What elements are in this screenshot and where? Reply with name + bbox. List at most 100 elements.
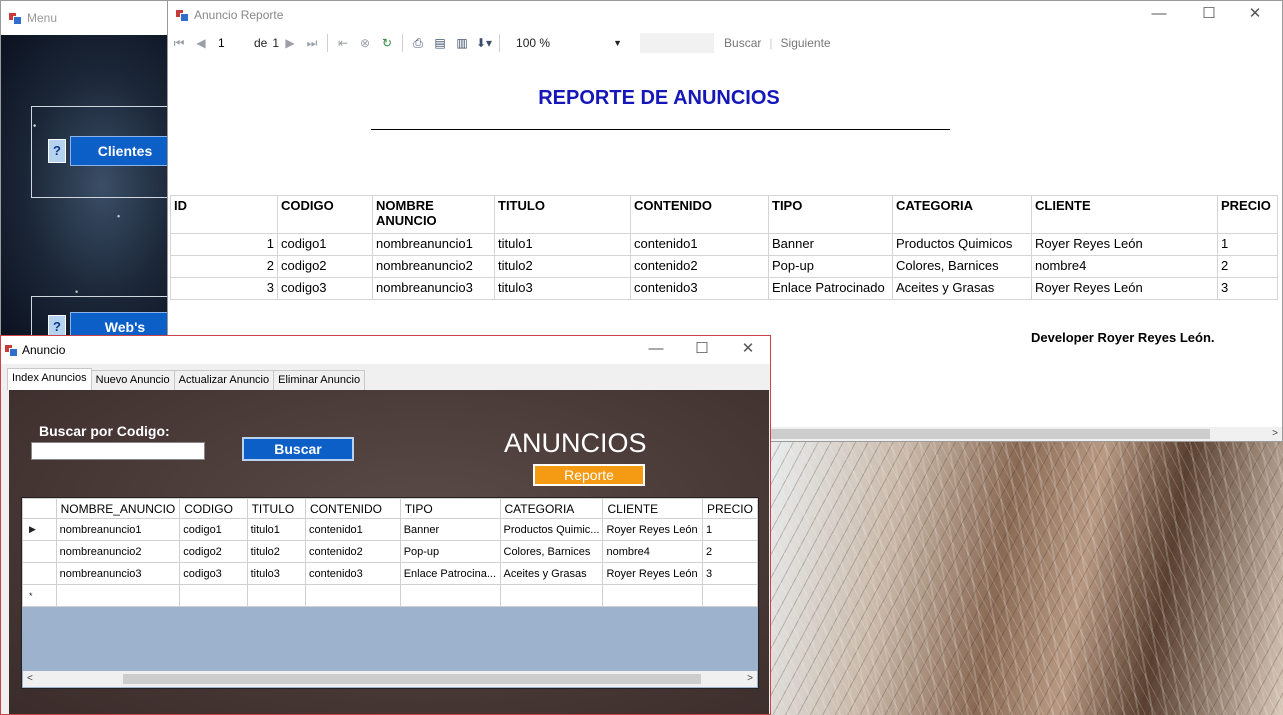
grid-cell[interactable]: [55, 584, 181, 607]
grid-cell[interactable]: titulo3: [246, 562, 306, 585]
find-text-input[interactable]: [640, 33, 715, 53]
grid-cell[interactable]: contenido2: [304, 540, 401, 563]
grid-horizontal-scrollbar[interactable]: < >: [23, 671, 757, 687]
back-icon[interactable]: ⇤: [332, 36, 354, 50]
stop-icon[interactable]: ⊗: [354, 36, 376, 50]
maximize-button[interactable]: ☐: [679, 336, 725, 364]
anuncio-window: Anuncio — ☐ ✕ Index Anuncios Nuevo Anunc…: [0, 335, 771, 715]
grid-cell[interactable]: codigo2: [179, 540, 248, 563]
grid-cell[interactable]: Banner: [399, 518, 501, 541]
grid-cell[interactable]: [701, 584, 758, 607]
print-layout-icon[interactable]: ▤: [429, 36, 451, 50]
minimize-button[interactable]: —: [1136, 1, 1182, 29]
desktop-wallpaper: [768, 442, 1283, 715]
grid-cell[interactable]: Enlace Patrocina...: [399, 562, 501, 585]
grid-cell[interactable]: titulo1: [246, 518, 306, 541]
zoom-select[interactable]: 100 % ▼: [510, 33, 628, 53]
help-icon[interactable]: ?: [48, 315, 66, 335]
grid-cell[interactable]: Colores, Barnices: [499, 540, 604, 563]
grid-col-header[interactable]: TITULO: [246, 498, 306, 519]
maximize-button[interactable]: ☐: [1186, 1, 1232, 29]
table-row[interactable]: nombreanuncio2 codigo2 titulo2 contenido…: [22, 540, 758, 563]
grid-cell[interactable]: Aceites y Grasas: [499, 562, 604, 585]
buscar-button[interactable]: Buscar: [242, 437, 354, 461]
scrollbar-thumb[interactable]: [123, 674, 701, 684]
report-cell: 2: [1217, 255, 1278, 278]
next-link[interactable]: Siguiente: [781, 36, 831, 50]
grid-col-header[interactable]: CATEGORIA: [499, 498, 604, 519]
table-row[interactable]: ▶ nombreanuncio1 codigo1 titulo1 conteni…: [22, 518, 758, 541]
grid-cell[interactable]: Royer Reyes León: [602, 518, 703, 541]
find-link[interactable]: Buscar: [724, 36, 761, 50]
chevron-left-icon[interactable]: <: [27, 671, 33, 687]
report-titlebar[interactable]: Anuncio Reporte: [168, 1, 1282, 29]
grid-cell[interactable]: Royer Reyes León: [602, 562, 703, 585]
grid-cell[interactable]: codigo1: [179, 518, 248, 541]
first-page-icon[interactable]: ⏮: [168, 36, 190, 51]
clientes-button[interactable]: Clientes: [70, 136, 167, 166]
reporte-button[interactable]: Reporte: [533, 464, 645, 486]
grid-cell[interactable]: titulo2: [246, 540, 306, 563]
tab-nuevo-anuncio[interactable]: Nuevo Anuncio: [90, 370, 175, 390]
next-page-icon[interactable]: ▶: [279, 36, 301, 50]
grid-cell[interactable]: 3: [701, 562, 758, 585]
grid-cell[interactable]: 1: [701, 518, 758, 541]
current-row-icon[interactable]: ▶: [22, 518, 57, 541]
grid-cell[interactable]: Productos Quimic...: [499, 518, 604, 541]
search-label: Buscar por Codigo:: [39, 423, 170, 439]
new-row[interactable]: *: [22, 584, 758, 607]
new-row-icon[interactable]: *: [22, 584, 57, 607]
export-icon[interactable]: ⬇▾: [473, 36, 495, 50]
tab-eliminar-anuncio[interactable]: Eliminar Anuncio: [273, 370, 366, 390]
grid-cell[interactable]: nombreanuncio1: [55, 518, 181, 541]
grid-cell[interactable]: contenido3: [304, 562, 401, 585]
grid-col-header[interactable]: NOMBRE_ANUNCIO: [55, 498, 181, 519]
grid-col-header[interactable]: CONTENIDO: [304, 498, 401, 519]
page-number-input[interactable]: [212, 33, 250, 53]
grid-cell[interactable]: Pop-up: [399, 540, 501, 563]
grid-col-header[interactable]: CLIENTE: [602, 498, 703, 519]
grid-cell[interactable]: nombreanuncio2: [55, 540, 181, 563]
anuncios-grid[interactable]: NOMBRE_ANUNCIO CODIGO TITULO CONTENIDO T…: [21, 497, 759, 689]
print-icon[interactable]: ⎙: [407, 36, 429, 51]
refresh-icon[interactable]: ↻: [376, 36, 398, 50]
heading-rule: [371, 129, 950, 130]
tab-index-anuncios[interactable]: Index Anuncios: [7, 368, 92, 390]
report-cell: codigo3: [277, 277, 373, 300]
grid-cell[interactable]: contenido1: [304, 518, 401, 541]
table-row[interactable]: nombreanuncio3 codigo3 titulo3 contenido…: [22, 562, 758, 585]
search-code-input[interactable]: [31, 442, 205, 460]
previous-page-icon[interactable]: ◀: [190, 36, 212, 50]
grid-cell[interactable]: nombre4: [602, 540, 703, 563]
chevron-right-icon[interactable]: >: [1272, 427, 1278, 441]
grid-cell[interactable]: [304, 584, 401, 607]
report-cell: Productos Quimicos: [892, 233, 1032, 256]
report-cell: Colores, Barnices: [892, 255, 1032, 278]
grid-cell[interactable]: [246, 584, 306, 607]
tab-actualizar-anuncio[interactable]: Actualizar Anuncio: [173, 370, 275, 390]
page-setup-icon[interactable]: ▥: [451, 36, 473, 50]
grid-col-header[interactable]: TIPO: [399, 498, 501, 519]
grid-cell[interactable]: 2: [701, 540, 758, 563]
last-page-icon[interactable]: ⏭: [301, 36, 323, 51]
row-header[interactable]: [22, 540, 57, 563]
grid-col-header[interactable]: PRECIO: [701, 498, 758, 519]
grid-cell[interactable]: [499, 584, 604, 607]
close-button[interactable]: ✕: [1232, 1, 1278, 29]
help-icon[interactable]: ?: [48, 139, 66, 163]
menu-titlebar[interactable]: Menu: [1, 1, 167, 35]
close-button[interactable]: ✕: [725, 336, 770, 364]
page-total: 1: [272, 36, 280, 50]
grid-cell[interactable]: codigo3: [179, 562, 248, 585]
grid-cell[interactable]: nombreanuncio3: [55, 562, 181, 585]
chevron-right-icon[interactable]: >: [747, 671, 753, 687]
webs-button[interactable]: Web's: [70, 312, 167, 335]
grid-cell[interactable]: [399, 584, 501, 607]
grid-cell[interactable]: [179, 584, 248, 607]
app-icon: [5, 344, 18, 357]
minimize-button[interactable]: —: [633, 336, 679, 364]
grid-cell[interactable]: [602, 584, 703, 607]
grid-col-header[interactable]: CODIGO: [179, 498, 248, 519]
row-header[interactable]: [22, 562, 57, 585]
zoom-value: 100 %: [516, 36, 551, 50]
